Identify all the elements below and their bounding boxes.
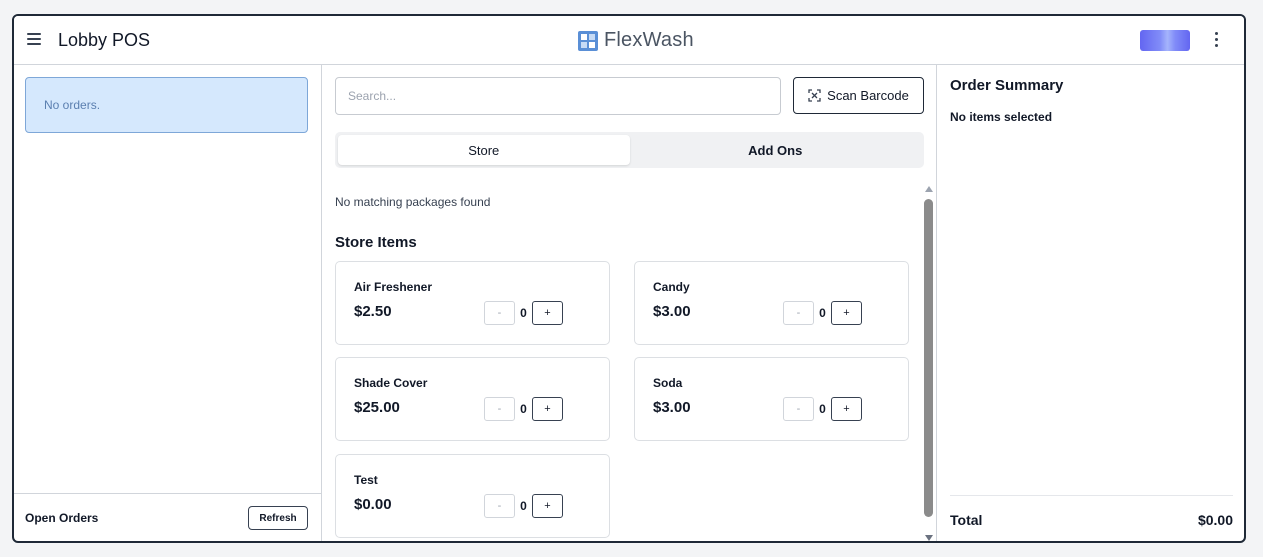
decrement-button[interactable]: - (783, 301, 814, 325)
quantity-value: 0 (520, 306, 527, 320)
total-value: $0.00 (1197, 512, 1233, 528)
item-price: $0.00 (354, 496, 392, 513)
item-price: $2.50 (354, 303, 392, 320)
vertical-ellipsis-icon[interactable] (1211, 32, 1221, 50)
item-name: Air Freshener (354, 280, 433, 294)
flexwash-logo-icon (578, 30, 598, 51)
no-items-message: No items selected (950, 110, 1053, 124)
store-item-card: Shade Cover $25.00 - 0 + (335, 357, 610, 441)
top-bar: Lobby POS FlexWash (14, 16, 1244, 65)
item-name: Shade Cover (354, 376, 428, 390)
decrement-button[interactable]: - (783, 397, 814, 421)
store-item-card: Air Freshener $2.50 - 0 + (335, 261, 610, 345)
catalog-panel: Scan Barcode Store Add Ons No matching p… (322, 65, 937, 541)
no-orders-message: No orders. (25, 77, 308, 133)
item-name: Test (354, 473, 378, 487)
scroll-down-arrow-icon[interactable] (925, 535, 933, 541)
brand-name: FlexWash (604, 29, 694, 51)
orders-panel: No orders. Open Orders Refresh (14, 65, 322, 541)
catalog-scrollbar[interactable] (923, 186, 935, 541)
brand: FlexWash (578, 29, 694, 52)
scan-barcode-button[interactable]: Scan Barcode (793, 77, 924, 114)
decrement-button[interactable]: - (484, 397, 515, 421)
search-input[interactable] (335, 77, 781, 115)
decrement-button[interactable]: - (484, 494, 515, 518)
item-price: $3.00 (653, 399, 691, 416)
app-window: Lobby POS FlexWash No orders. Open Order… (12, 14, 1246, 543)
quantity-stepper: - 0 + (484, 397, 563, 421)
store-item-card: Test $0.00 - 0 + (335, 454, 610, 538)
avatar[interactable] (1140, 30, 1190, 51)
item-price: $25.00 (354, 399, 400, 416)
item-price: $3.00 (653, 303, 691, 320)
quantity-value: 0 (520, 402, 527, 416)
quantity-value: 0 (819, 402, 826, 416)
quantity-stepper: - 0 + (484, 494, 563, 518)
hamburger-menu-icon[interactable] (27, 33, 41, 45)
increment-button[interactable]: + (532, 397, 563, 421)
catalog-scroll-area: No matching packages found Store Items A… (335, 183, 925, 541)
scroll-up-arrow-icon[interactable] (925, 186, 933, 192)
scan-barcode-label: Scan Barcode (827, 88, 909, 103)
item-name: Candy (653, 280, 690, 294)
item-name: Soda (653, 376, 683, 390)
quantity-value: 0 (520, 499, 527, 513)
refresh-button[interactable]: Refresh (248, 506, 308, 530)
quantity-stepper: - 0 + (783, 397, 862, 421)
catalog-tabs: Store Add Ons (335, 132, 924, 168)
no-packages-message: No matching packages found (335, 195, 491, 209)
order-summary-title: Order Summary (950, 77, 1064, 94)
quantity-stepper: - 0 + (783, 301, 862, 325)
increment-button[interactable]: + (532, 301, 563, 325)
tab-add-ons[interactable]: Add Ons (630, 135, 922, 165)
increment-button[interactable]: + (831, 301, 862, 325)
increment-button[interactable]: + (831, 397, 862, 421)
store-item-card: Soda $3.00 - 0 + (634, 357, 909, 441)
scrollbar-thumb[interactable] (924, 199, 933, 517)
total-label: Total (950, 512, 983, 528)
increment-button[interactable]: + (532, 494, 563, 518)
barcode-scan-icon (808, 89, 821, 102)
quantity-value: 0 (819, 306, 826, 320)
tab-store[interactable]: Store (338, 135, 630, 165)
orders-footer: Open Orders Refresh (14, 493, 322, 541)
decrement-button[interactable]: - (484, 301, 515, 325)
store-item-card: Candy $3.00 - 0 + (634, 261, 909, 345)
quantity-stepper: - 0 + (484, 301, 563, 325)
page-title: Lobby POS (58, 30, 151, 50)
order-summary-panel: Order Summary No items selected Total $0… (936, 65, 1244, 541)
summary-divider (950, 495, 1233, 496)
section-title: Store Items (335, 234, 417, 251)
open-orders-label: Open Orders (25, 511, 99, 525)
